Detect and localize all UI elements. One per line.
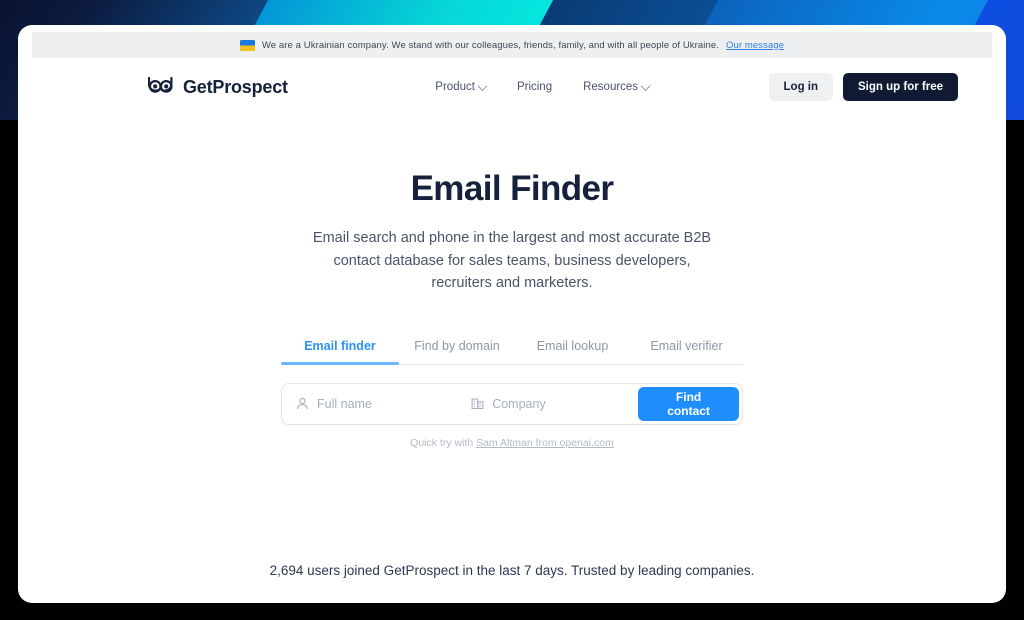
tab-find-by-domain[interactable]: Find by domain: [399, 339, 515, 364]
auth-group: Log in Sign up for free: [768, 73, 958, 101]
person-icon: [296, 397, 309, 410]
chevron-down-icon: [477, 80, 488, 91]
full-name-field[interactable]: [282, 384, 457, 424]
ukraine-flag-icon: [239, 39, 255, 51]
search-bar: Find contact: [281, 382, 743, 425]
quick-try-hint: Quick try with Sam Altman from openai.co…: [18, 437, 1006, 449]
brand-name: GetProspect: [183, 76, 288, 97]
nav-item-product[interactable]: Product: [435, 80, 488, 93]
find-contact-button[interactable]: Find contact: [638, 386, 739, 421]
nav-item-pricing-label: Pricing: [516, 81, 553, 93]
building-icon: [471, 397, 484, 410]
search-mode-tabs: Email finder Find by domain Email lookup…: [281, 339, 743, 365]
page-card: We are a Ukrainian company. We stand wit…: [18, 25, 1006, 603]
login-button[interactable]: Log in: [768, 73, 834, 101]
hero-section: Email Finder Email search and phone in t…: [18, 116, 1006, 449]
tab-email-verifier[interactable]: Email verifier: [630, 339, 743, 364]
quick-try-link[interactable]: Sam Altman from openai.com: [476, 437, 614, 449]
full-name-input[interactable]: [317, 396, 457, 411]
company-input[interactable]: [492, 396, 639, 411]
quick-try-prefix: Quick try with: [410, 436, 477, 449]
tab-email-finder[interactable]: Email finder: [281, 339, 399, 365]
hero-subtitle: Email search and phone in the largest an…: [312, 230, 712, 291]
tab-email-lookup[interactable]: Email lookup: [515, 339, 630, 364]
banner-our-message-link[interactable]: Our message: [726, 40, 784, 51]
ukraine-support-banner: We are a Ukrainian company. We stand wit…: [32, 32, 992, 58]
company-field[interactable]: [456, 384, 639, 424]
chevron-down-icon: [640, 80, 651, 91]
signup-button[interactable]: Sign up for free: [843, 73, 958, 101]
nav-item-product-label: Product: [435, 81, 475, 93]
banner-text: We are a Ukrainian company. We stand wit…: [261, 39, 720, 51]
owl-logo-icon: [148, 77, 174, 97]
site-header: GetProspect Product Pricing Resources Lo…: [18, 58, 1006, 116]
nav-item-resources-label: Resources: [583, 81, 639, 93]
brand-logo[interactable]: GetProspect: [148, 77, 288, 98]
main-nav: Product Pricing Resources: [407, 80, 651, 93]
nav-item-resources[interactable]: Resources: [583, 80, 651, 93]
page-title: Email Finder: [410, 169, 614, 208]
nav-item-pricing[interactable]: Pricing: [517, 81, 552, 93]
social-proof-note: 2,694 users joined GetProspect in the la…: [269, 563, 755, 578]
